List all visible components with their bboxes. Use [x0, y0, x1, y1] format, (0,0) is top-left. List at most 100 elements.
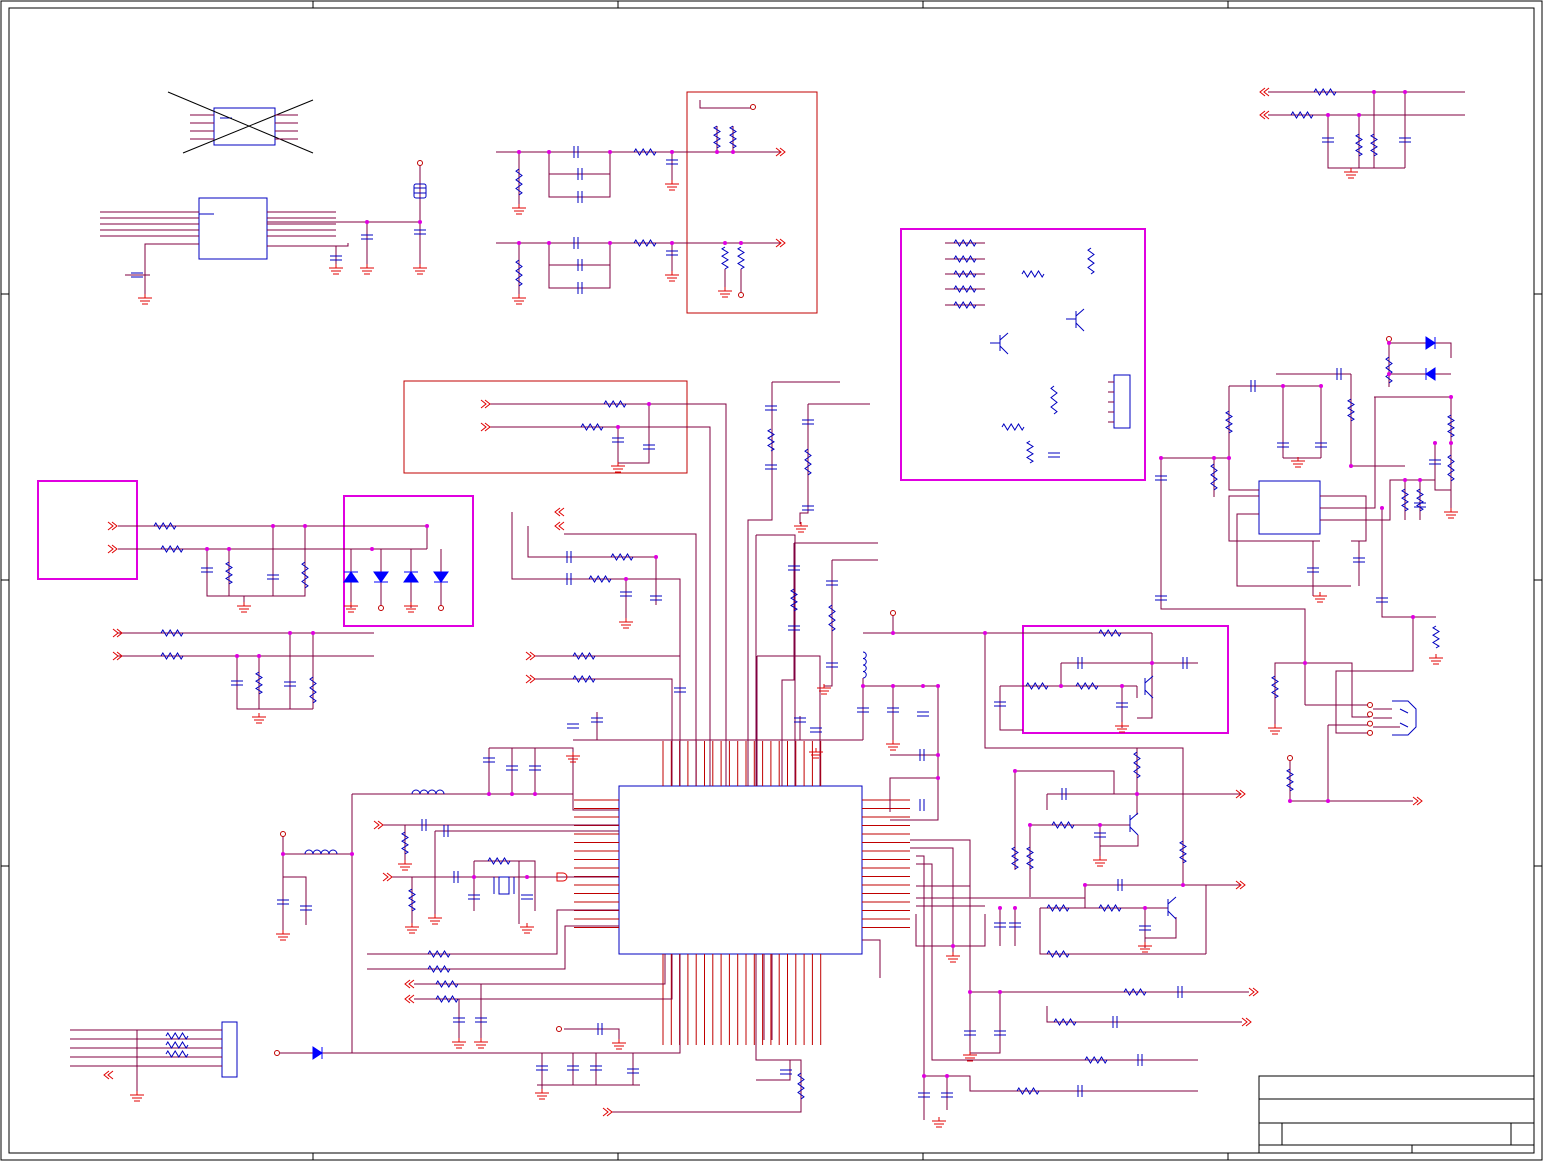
resistor: [633, 239, 657, 247]
power-pin: [1367, 702, 1373, 708]
junction-dot: [235, 654, 239, 658]
ground-symbol: [718, 287, 732, 298]
resistor: [767, 428, 775, 452]
ground-symbol: [1268, 724, 1282, 735]
ic-left-8pin: [198, 197, 268, 260]
junction-dot: [1403, 478, 1407, 482]
transistor-video-2: [1167, 896, 1177, 920]
wire: [1161, 457, 1259, 491]
junction-dot: [365, 220, 369, 224]
resistor: [1016, 1087, 1040, 1095]
resistor: [401, 831, 409, 855]
ground-symbol: [360, 264, 374, 275]
resistor: [515, 168, 523, 196]
resistor: [790, 588, 798, 612]
junction-dot: [1143, 906, 1147, 910]
resistor: [721, 246, 729, 270]
power-pin: [280, 831, 286, 837]
ground-symbol: [794, 522, 808, 533]
resistor: [427, 965, 451, 973]
resistor: [408, 888, 416, 912]
junction-dot: [257, 654, 261, 658]
port-arrow: [1259, 87, 1270, 97]
wire: [367, 925, 619, 970]
junction-dot: [731, 150, 735, 154]
resistor: [1210, 463, 1218, 491]
wire: [1320, 495, 1367, 542]
resistor: [713, 125, 721, 149]
junction-dot: [1349, 464, 1353, 468]
junction-dot: [1418, 478, 1422, 482]
resistor: [1123, 988, 1147, 996]
ground-symbol: [932, 1117, 946, 1128]
power-pin: [1386, 336, 1392, 342]
section-boxes: [37, 91, 1229, 734]
junction-dot: [1403, 90, 1407, 94]
wire: [970, 992, 1001, 1054]
resistor: [633, 148, 657, 156]
resistor: [953, 301, 977, 309]
ground-symbol: [665, 180, 679, 191]
junction-dot: [936, 684, 940, 688]
resistor: [1225, 410, 1233, 434]
junction-dot: [1120, 684, 1124, 688]
wire: [535, 655, 681, 786]
junction-dot: [647, 402, 651, 406]
junction-dot: [1135, 792, 1139, 796]
wire: [511, 512, 564, 580]
resistor: [1050, 385, 1058, 415]
junction-dot: [921, 684, 925, 688]
junction-dot: [227, 547, 231, 551]
wire: [916, 855, 925, 1100]
resistor: [1370, 133, 1378, 157]
capacitor: [765, 464, 777, 470]
wire: [618, 404, 650, 464]
resistor: [160, 652, 184, 660]
resistor: [1046, 950, 1070, 958]
connector-right-unpop: [1113, 374, 1131, 429]
esd-diodes: [312, 336, 1436, 1060]
junction-dot: [472, 875, 476, 879]
wire: [1084, 885, 1168, 909]
junction-dot: [1372, 90, 1376, 94]
junction-dot: [205, 547, 209, 551]
inductor: [304, 849, 338, 855]
power-pin: [438, 605, 444, 611]
port-arrow: [525, 674, 536, 684]
resistor: [797, 1072, 805, 1100]
resistor: [1026, 440, 1034, 464]
resistor: [487, 857, 511, 865]
resistor: [225, 561, 233, 585]
resistor: [1011, 846, 1019, 870]
junction-dot: [288, 631, 292, 635]
junction-dot: [945, 1074, 949, 1078]
junction-dot: [1028, 823, 1032, 827]
ground-symbol: [413, 264, 427, 275]
junction-dot: [998, 990, 1002, 994]
wire: [1015, 770, 1137, 795]
section-box-unpopulated: [900, 228, 1146, 481]
junction-dot: [1387, 341, 1391, 345]
port-arrow: [480, 399, 491, 409]
ground-symbol: [329, 264, 343, 275]
resistor: [1053, 1018, 1077, 1026]
junction-dot: [1059, 684, 1063, 688]
wire: [1320, 397, 1376, 509]
junction-dot: [608, 241, 612, 245]
ground-symbol: [535, 1089, 549, 1100]
resistor: [580, 423, 604, 431]
port-arrow: [107, 544, 118, 554]
junction-dot: [281, 852, 285, 856]
power-pin: [738, 292, 744, 298]
wire: [206, 549, 305, 597]
wire: [1145, 917, 1177, 939]
resistor: [165, 1041, 189, 1049]
ground-symbol: [1093, 856, 1107, 867]
junction-dot: [370, 547, 374, 551]
wire: [414, 954, 673, 1000]
port-arrow: [404, 994, 415, 1004]
resistor: [1001, 423, 1025, 431]
wire: [1046, 1006, 1242, 1023]
wire: [118, 525, 306, 605]
resistor: [953, 285, 977, 293]
